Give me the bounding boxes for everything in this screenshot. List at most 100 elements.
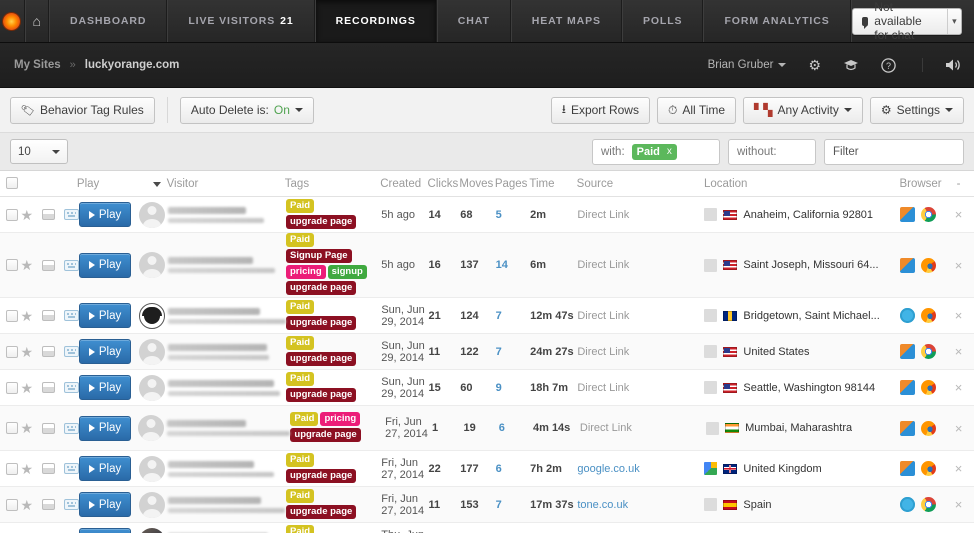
row-select-cell[interactable] <box>0 462 21 475</box>
delete-row-button[interactable]: × <box>943 461 974 476</box>
remove-chip-icon[interactable]: x <box>667 146 672 157</box>
tag-chip[interactable]: Paid <box>286 452 315 467</box>
play-button[interactable]: Play <box>79 339 132 364</box>
keyboard-icon[interactable] <box>64 463 80 474</box>
row-select-cell[interactable] <box>0 498 21 511</box>
behavior-tag-rules-button[interactable]: 🏷 Behavior Tag Rules <box>10 96 155 124</box>
with-tag-chip[interactable]: Paid x <box>631 143 677 160</box>
delete-row-button[interactable]: × <box>943 258 974 273</box>
note-icon[interactable] <box>42 499 56 510</box>
delete-row-button[interactable]: × <box>943 497 974 512</box>
note-icon[interactable] <box>42 382 56 393</box>
keyboard-icon[interactable] <box>64 259 80 271</box>
export-rows-button[interactable]: ⭳ Export Rows <box>550 96 650 124</box>
tags-cell[interactable]: Paidupgrade page <box>286 198 381 231</box>
play-cell[interactable]: Play <box>79 492 135 517</box>
favorite-star-icon[interactable]: ★ <box>20 421 33 435</box>
play-cell[interactable]: Play <box>79 303 135 328</box>
note-icon[interactable] <box>42 209 56 220</box>
nav-tab-recordings[interactable]: RECORDINGS <box>314 0 437 42</box>
source-cell[interactable]: tone.co.uk <box>577 499 704 511</box>
play-cell[interactable]: Play <box>79 375 135 400</box>
time-header[interactable]: Time <box>529 178 576 190</box>
table-row[interactable]: ★ Play Paid Signup Page pricing signup upgrade… <box>0 233 974 298</box>
chat-availability-button[interactable]: Not available for chat ▾ <box>851 0 962 42</box>
keyboard-icon[interactable] <box>64 382 80 393</box>
note-icon[interactable] <box>42 422 55 434</box>
visitor-cell[interactable] <box>168 496 286 513</box>
play-button[interactable]: Play <box>79 456 132 481</box>
pages-cell[interactable]: 14 <box>496 259 530 271</box>
delete-row-button[interactable]: × <box>943 344 974 359</box>
tag-chip[interactable]: upgrade page <box>286 468 357 483</box>
location-header[interactable]: Location <box>704 178 899 190</box>
auto-delete-button[interactable]: Auto Delete is: On <box>179 96 314 124</box>
row-select-cell[interactable] <box>0 422 20 435</box>
tags-cell[interactable]: Paidupgrade page <box>286 371 381 404</box>
row-select-checkbox[interactable] <box>6 381 18 394</box>
play-button[interactable]: Play <box>79 252 132 278</box>
note-icon[interactable] <box>42 310 56 321</box>
user-menu[interactable]: Brian Gruber <box>708 59 787 71</box>
row-select-cell[interactable] <box>0 381 21 394</box>
visitor-cell[interactable] <box>168 379 286 396</box>
source-header[interactable]: Source <box>577 178 704 190</box>
tags-cell[interactable]: Paid pricing upgrade page <box>290 412 385 444</box>
clicks-header[interactable]: Clicks <box>428 178 460 190</box>
tag-chip[interactable]: upgrade page <box>286 315 357 330</box>
tag-chip[interactable]: upgrade page <box>290 428 361 442</box>
favorite-star-icon[interactable]: ★ <box>21 208 34 222</box>
chat-status-dropdown-caret[interactable]: ▾ <box>946 8 961 34</box>
nav-tab-polls[interactable]: POLLS <box>621 0 704 42</box>
keyboard-icon[interactable] <box>64 310 80 321</box>
breadcrumb-current-site[interactable]: luckyorange.com <box>85 59 180 71</box>
favorite-star-icon[interactable]: ★ <box>21 309 34 323</box>
keyboard-icon[interactable] <box>64 499 80 510</box>
table-row[interactable]: ★ Play Paidupgrade page Fri, Jun 27, 2014 11… <box>0 487 974 523</box>
tag-chip[interactable]: upgrade page <box>286 214 357 229</box>
pages-cell[interactable]: 6 <box>496 463 530 475</box>
tags-cell[interactable]: Paidupgrade page <box>286 299 381 332</box>
without-tags-field[interactable]: without: <box>728 138 816 165</box>
created-header[interactable]: Created <box>380 178 427 190</box>
row-select-cell[interactable] <box>0 345 21 358</box>
sort-indicator[interactable] <box>133 179 166 189</box>
delete-row-button[interactable]: × <box>943 421 974 436</box>
settings-gear-button[interactable]: ⚙ <box>808 57 821 74</box>
keyboard-icon[interactable] <box>64 209 80 220</box>
favorite-star-icon[interactable]: ★ <box>21 258 34 272</box>
with-tags-field[interactable]: with: Paid x <box>592 138 720 165</box>
tag-chip[interactable]: upgrade page <box>286 281 357 295</box>
time-range-button[interactable]: ⏱ All Time <box>656 96 737 124</box>
delete-row-button[interactable]: × <box>943 207 974 222</box>
app-logo[interactable] <box>0 0 25 42</box>
tag-chip[interactable]: Paid <box>286 371 315 386</box>
moves-header[interactable]: Moves <box>459 178 494 190</box>
play-button[interactable]: Play <box>79 202 132 227</box>
pages-cell[interactable]: 7 <box>496 310 530 322</box>
play-button[interactable]: Play <box>79 415 131 441</box>
settings-button[interactable]: ⚙ Settings <box>869 96 964 124</box>
tag-chip[interactable]: Paid <box>286 488 315 503</box>
nav-tab-heat-maps[interactable]: HEAT MAPS <box>510 0 622 42</box>
table-row[interactable]: ★ Play Paidupgrade page Sun, Jun 29, 2014 15… <box>0 370 974 406</box>
tags-header[interactable]: Tags <box>285 178 380 190</box>
pages-cell[interactable]: 7 <box>496 346 530 358</box>
note-icon[interactable] <box>42 346 56 357</box>
activity-filter-button[interactable]: ▘▚ Any Activity <box>743 96 863 124</box>
row-select-checkbox[interactable] <box>6 462 18 475</box>
tag-chip[interactable]: upgrade page <box>286 387 357 402</box>
table-row[interactable]: ★ Play Paidupgrade page Fri, Jun 27, 2014 22… <box>0 451 974 487</box>
visitor-cell[interactable] <box>168 343 286 360</box>
play-cell[interactable]: Play <box>79 202 135 227</box>
play-button[interactable]: Play <box>79 303 132 328</box>
row-select-checkbox[interactable] <box>6 422 18 435</box>
row-select-checkbox[interactable] <box>6 498 18 511</box>
play-button[interactable]: Play <box>79 492 132 517</box>
breadcrumb-my-sites[interactable]: My Sites <box>14 59 61 71</box>
help-button[interactable]: ? <box>881 57 896 73</box>
tag-chip[interactable]: Paid <box>286 335 315 350</box>
play-cell[interactable]: Play <box>79 528 135 533</box>
row-select-cell[interactable] <box>0 309 21 322</box>
nav-tab-form-analytics[interactable]: FORM ANALYTICS <box>703 0 851 42</box>
